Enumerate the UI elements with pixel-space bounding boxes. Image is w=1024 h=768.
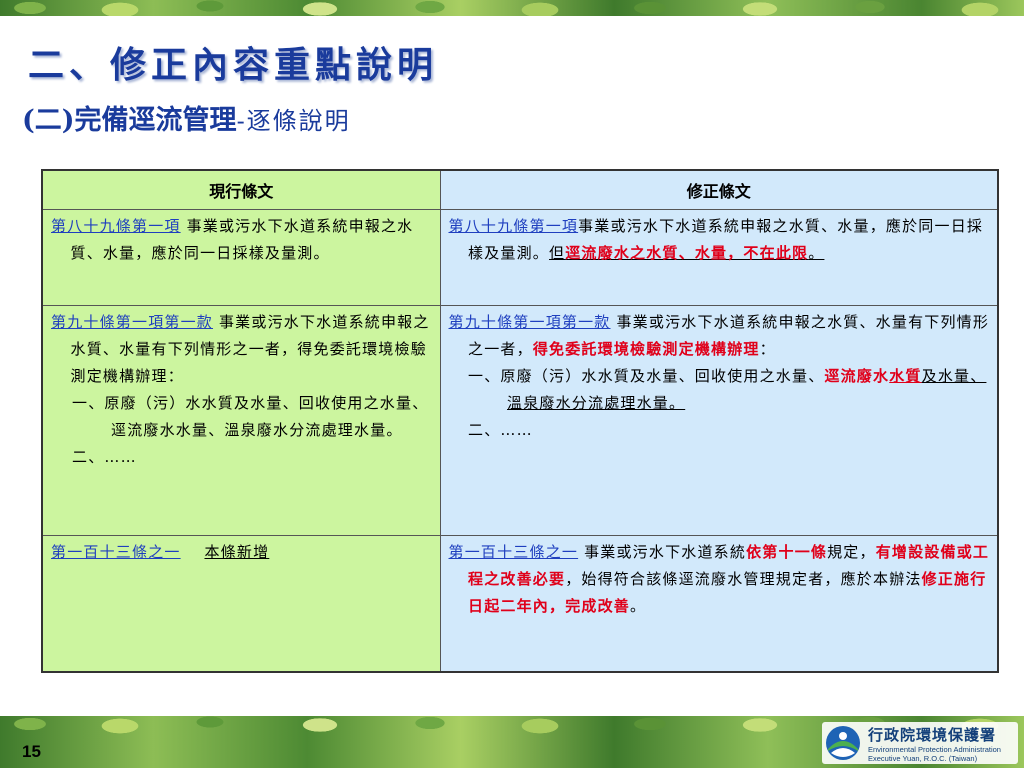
table-header-row: 現行條文 修正條文 — [41, 169, 999, 210]
row1-revised: 第八十九條第一項事業或污水下水道系統申報之水質、水量，應於同一日採樣及量測。但逕… — [439, 209, 999, 306]
article-ref: 第九十條第一項第一款 — [448, 313, 611, 331]
article-text: ： — [759, 340, 776, 358]
article-text: 本條新增 — [204, 543, 270, 561]
article-text: 但逕流廢水之水質、水量，不在此限。 — [549, 244, 825, 262]
org-name-en-2: Executive Yuan, R.O.C. (Taiwan) — [868, 754, 978, 763]
article-ref: 第八十九條第一項 — [448, 217, 579, 235]
article-ref: 第一百十三條之一 — [51, 543, 181, 561]
table-row: 第八十九條第一項 事業或污水下水道系統申報之水質、水量，應於同一日採樣及量測。 … — [41, 209, 999, 306]
top-leaf-banner — [0, 0, 1024, 16]
list-item: 一、原廢（污）水水質及水量、回收使用之水量、逕流廢水水質及水量、溫泉廢水分流處理… — [468, 367, 987, 412]
slide-subtitle: (二)完備逕流管理-逐條說明 — [22, 98, 351, 137]
article-ref: 第一百十三條之一 — [448, 543, 579, 561]
subtitle-main: (二)完備逕流管理 — [22, 105, 237, 136]
row3-current: 第一百十三條之一 本條新增 — [41, 535, 441, 672]
revision-highlight: 依第十一條 — [746, 543, 828, 561]
list-item: 二、…… — [72, 448, 137, 466]
header-current: 現行條文 — [41, 169, 441, 210]
article-ref: 第八十九條第一項 — [51, 217, 181, 235]
revision-highlight: 水質 — [889, 367, 922, 385]
revision-highlight: 得免委託環境檢驗測定機構辦理 — [532, 340, 760, 358]
org-name-en: Environmental Protection Administration — [868, 745, 1001, 754]
comparison-table: 現行條文 修正條文 第八十九條第一項 事業或污水下水道系統申報之水質、水量，應於… — [41, 169, 999, 673]
row1-current: 第八十九條第一項 事業或污水下水道系統申報之水質、水量，應於同一日採樣及量測。 — [41, 209, 441, 306]
row2-current: 第九十條第一項第一款 事業或污水下水道系統申報之水質、水量有下列情形之一者，得免… — [41, 305, 441, 536]
subtitle-sub: -逐條說明 — [236, 107, 351, 135]
page-number: 15 — [22, 742, 41, 761]
header-revised: 修正條文 — [439, 169, 999, 210]
revision-highlight: 逕流廢水 — [824, 367, 890, 385]
epa-logo-icon — [826, 726, 860, 760]
table-row: 第一百十三條之一 本條新增 第一百十三條之一 事業或污水下水道系統依第十一條規定… — [41, 535, 999, 672]
row3-revised: 第一百十三條之一 事業或污水下水道系統依第十一條規定，有增設設備或工程之改善必要… — [439, 535, 999, 672]
row2-revised: 第九十條第一項第一款 事業或污水下水道系統申報之水質、水量有下列情形之一者，得免… — [439, 305, 999, 536]
list-item: 二、…… — [468, 421, 533, 439]
revision-highlight: 逕流廢水之水質、水量，不在此限 — [565, 244, 809, 262]
org-logo-block: 行政院環境保護署 Environmental Protection Admini… — [822, 722, 1018, 764]
slide-title: 二、修正內容重點說明 — [28, 44, 439, 86]
table-row: 第九十條第一項第一款 事業或污水下水道系統申報之水質、水量有下列情形之一者，得免… — [41, 305, 999, 536]
org-name-cn: 行政院環境保護署 — [868, 726, 997, 744]
list-item: 一、原廢（污）水水質及水量、回收使用之水量、逕流廢水水量、溫泉廢水分流處理水量。 — [72, 394, 429, 439]
article-ref: 第九十條第一項第一款 — [51, 313, 214, 331]
